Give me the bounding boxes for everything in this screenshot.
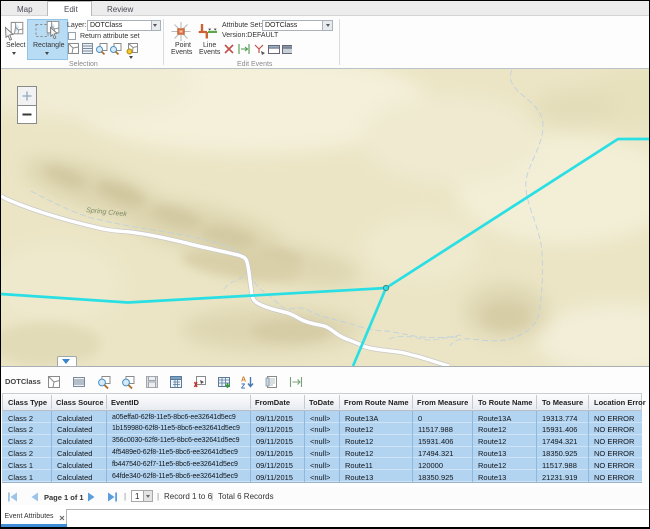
svg-text:Z: Z	[241, 384, 246, 390]
svg-text:A: A	[241, 377, 246, 384]
